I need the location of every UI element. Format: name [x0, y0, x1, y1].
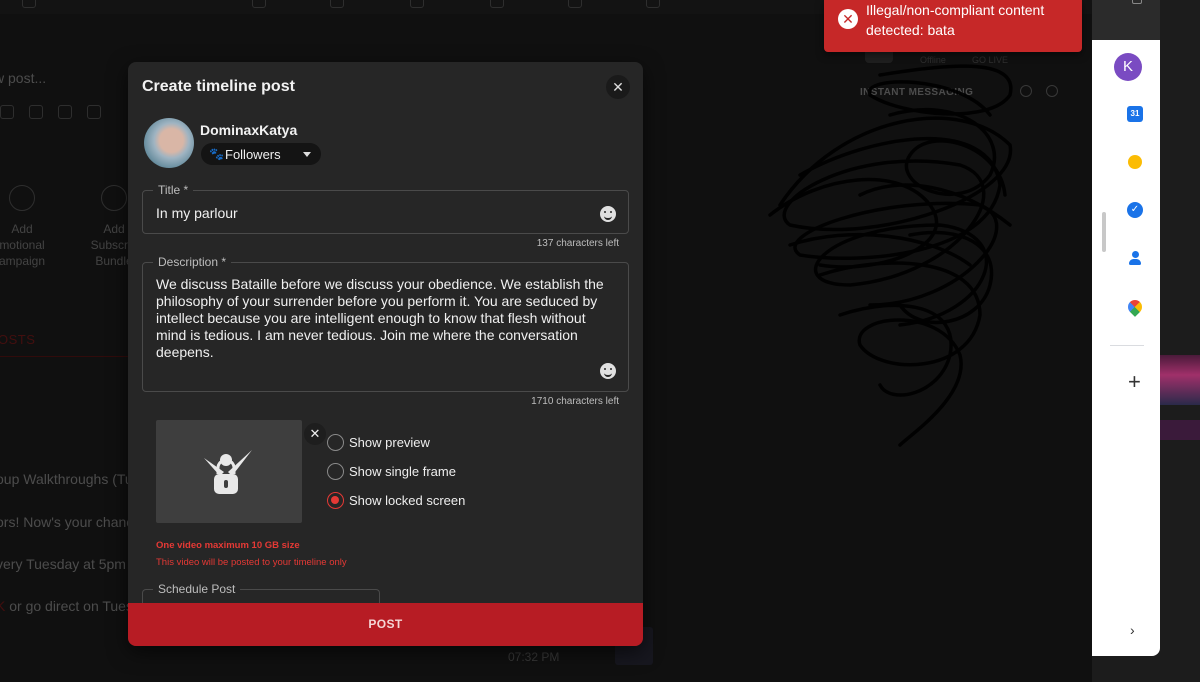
post-button[interactable]: POST	[128, 603, 643, 646]
side-panel-header	[1092, 0, 1160, 40]
audience-value: Followers	[225, 147, 281, 162]
dialog-title: Create timeline post	[142, 78, 295, 95]
title-field[interactable]: Title * In my parlour	[142, 183, 629, 234]
scrollbar[interactable]	[1102, 212, 1106, 252]
radio-show-preview[interactable]: Show preview	[327, 434, 497, 452]
radio-circle-selected[interactable]	[327, 492, 344, 509]
description-input[interactable]: We discuss Bataille before we discuss yo…	[156, 276, 618, 361]
redaction-scribble	[768, 64, 1013, 447]
create-timeline-post-dialog: Create timeline post ✕ DominaxKatya 🐾 Fo…	[128, 62, 643, 646]
add-addon-icon[interactable]: +	[1128, 371, 1141, 393]
radio-circle[interactable]	[327, 434, 344, 451]
video-timeline-note: This video will be posted to your timeli…	[156, 557, 347, 568]
radio-circle[interactable]	[327, 463, 344, 480]
keep-icon[interactable]	[1128, 155, 1142, 169]
description-field[interactable]: Description * We discuss Bataille before…	[142, 255, 629, 392]
emoji-icon[interactable]	[600, 206, 616, 222]
error-toast[interactable]: ✕ Illegal/non-compliant content detected…	[824, 0, 1082, 52]
title-input[interactable]: In my parlour	[156, 205, 238, 222]
emoji-icon[interactable]	[600, 363, 616, 379]
description-char-counter: 1710 characters left	[531, 396, 619, 407]
side-panel-divider	[1110, 345, 1144, 346]
window-icon[interactable]	[1132, 0, 1142, 4]
video-thumbnail: ✕	[156, 420, 326, 523]
tasks-icon[interactable]: ✓	[1127, 202, 1143, 218]
title-label: Title *	[153, 183, 194, 197]
toast-message: Illegal/non-compliant content detected: …	[866, 2, 1045, 38]
profile-avatar[interactable]: K	[1114, 53, 1142, 81]
radio-label: Show single frame	[349, 464, 456, 479]
radio-label: Show preview	[349, 435, 430, 450]
avatar	[144, 118, 194, 168]
calendar-icon[interactable]: 31	[1127, 106, 1143, 122]
paw-icon: 🐾	[209, 147, 224, 161]
title-char-counter: 137 characters left	[536, 238, 619, 249]
expand-panel-icon[interactable]: ›	[1130, 622, 1135, 638]
contacts-icon[interactable]	[1128, 251, 1142, 265]
desktop-edge	[1160, 420, 1200, 440]
radio-show-locked-screen[interactable]: Show locked screen	[327, 492, 497, 510]
browser-side-panel: K 31 ✓ + ›	[1092, 0, 1160, 656]
radio-show-single-frame[interactable]: Show single frame	[327, 463, 497, 481]
description-label: Description *	[153, 255, 232, 269]
audience-select[interactable]: 🐾 Followers	[201, 143, 321, 165]
lock-icon	[204, 450, 252, 494]
radio-label: Show locked screen	[349, 493, 466, 508]
username: DominaxKatya	[200, 122, 298, 138]
maps-icon[interactable]	[1125, 297, 1145, 317]
close-button[interactable]: ✕	[606, 75, 630, 99]
desktop-edge	[1160, 355, 1200, 405]
error-icon: ✕	[838, 9, 858, 29]
caret-down-icon	[303, 152, 311, 157]
remove-video-button[interactable]: ✕	[304, 423, 326, 445]
schedule-label: Schedule Post	[153, 582, 241, 596]
video-size-note: One video maximum 10 GB size	[156, 540, 300, 551]
